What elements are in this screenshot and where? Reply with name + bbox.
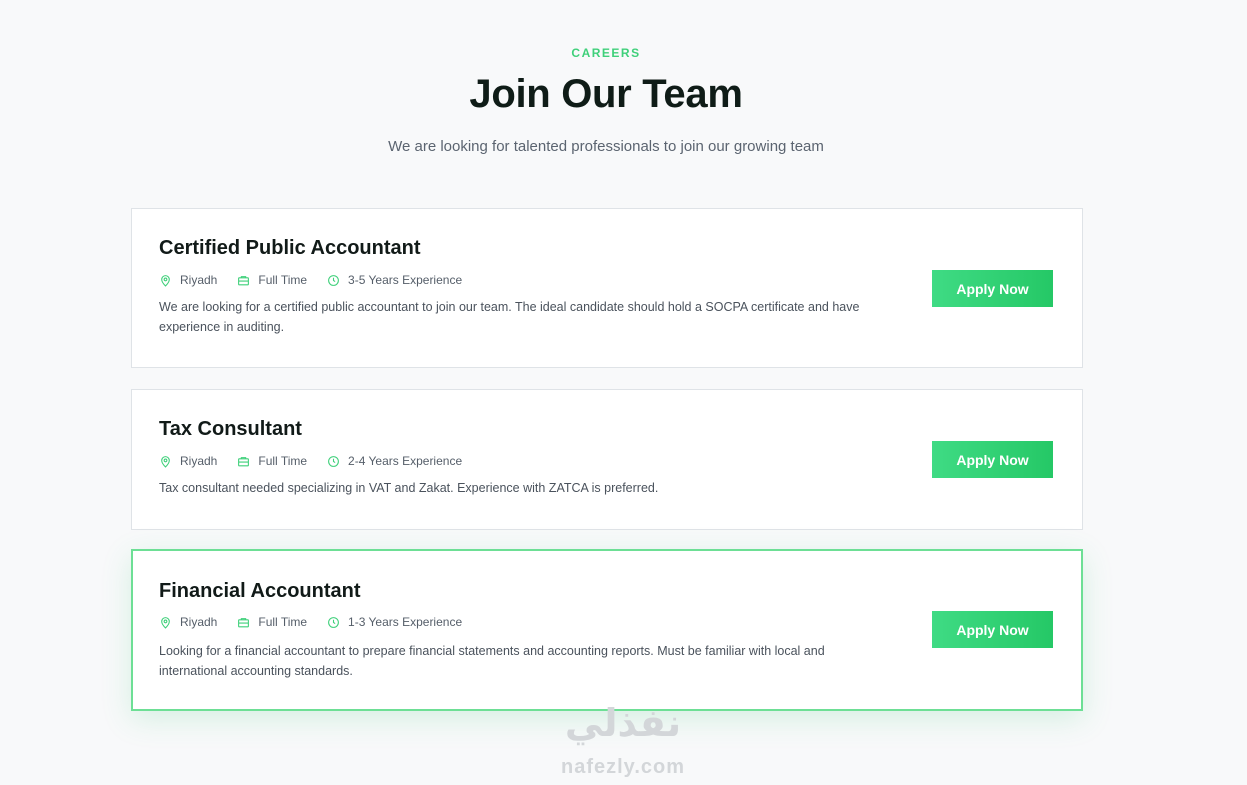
map-pin-icon [161,455,170,468]
map-pin-icon [161,616,170,629]
job-experience: 3-5 Years Experience [327,273,462,287]
careers-page: CAREERS Join Our Team We are looking for… [0,0,1247,785]
job-title: Certified Public Accountant [159,237,421,259]
job-type: Full Time [237,454,307,468]
job-card: Certified Public Accountant Riyadh Full … [131,208,1083,368]
job-location: Riyadh [159,273,217,287]
section-eyebrow: CAREERS [571,46,641,60]
job-location: Riyadh [159,615,217,629]
job-type-text: Full Time [258,615,308,629]
clock-icon [328,455,339,467]
watermark: نفذلي nafezly.com [548,700,698,779]
map-pin-icon [161,274,170,287]
job-experience-text: 3-5 Years Experience [348,273,463,287]
job-experience: 1-3 Years Experience [327,615,462,629]
apply-now-button[interactable]: Apply Now [932,611,1053,648]
job-title: Tax Consultant [159,418,302,440]
job-description: Looking for a financial accountant to pr… [159,644,825,678]
job-type: Full Time [237,615,307,629]
clock-icon [328,274,339,286]
job-type-text: Full Time [258,454,308,468]
job-location-text: Riyadh [180,454,218,468]
job-description: Tax consultant needed specializing in VA… [159,481,659,495]
apply-now-button[interactable]: Apply Now [932,270,1053,307]
briefcase-icon [238,275,250,285]
job-card: Financial Accountant Riyadh Full Time 1-… [131,549,1083,711]
job-experience-text: 2-4 Years Experience [348,454,463,468]
job-meta: Riyadh Full Time 1-3 Years Experience [159,615,482,629]
job-title: Financial Accountant [159,580,361,602]
apply-now-button[interactable]: Apply Now [932,441,1053,478]
briefcase-icon [238,617,250,627]
page-subtitle: We are looking for talented professional… [388,138,824,155]
job-experience: 2-4 Years Experience [327,454,462,468]
job-description: We are looking for a certified public ac… [159,300,860,334]
job-meta: Riyadh Full Time 2-4 Years Experience [159,454,482,468]
watermark-arabic: نفذلي [564,701,682,745]
briefcase-icon [238,456,250,466]
job-type: Full Time [237,273,307,287]
job-type-text: Full Time [258,273,308,287]
job-experience-text: 1-3 Years Experience [348,615,463,629]
page-title: Join Our Team [469,72,743,116]
job-card: Tax Consultant Riyadh Full Time 2-4 Year… [131,389,1083,530]
job-meta: Riyadh Full Time 3-5 Years Experience [159,273,482,287]
job-location: Riyadh [159,454,217,468]
watermark-latin: nafezly.com [561,756,685,778]
job-location-text: Riyadh [180,615,218,629]
job-location-text: Riyadh [180,273,218,287]
clock-icon [328,616,339,628]
